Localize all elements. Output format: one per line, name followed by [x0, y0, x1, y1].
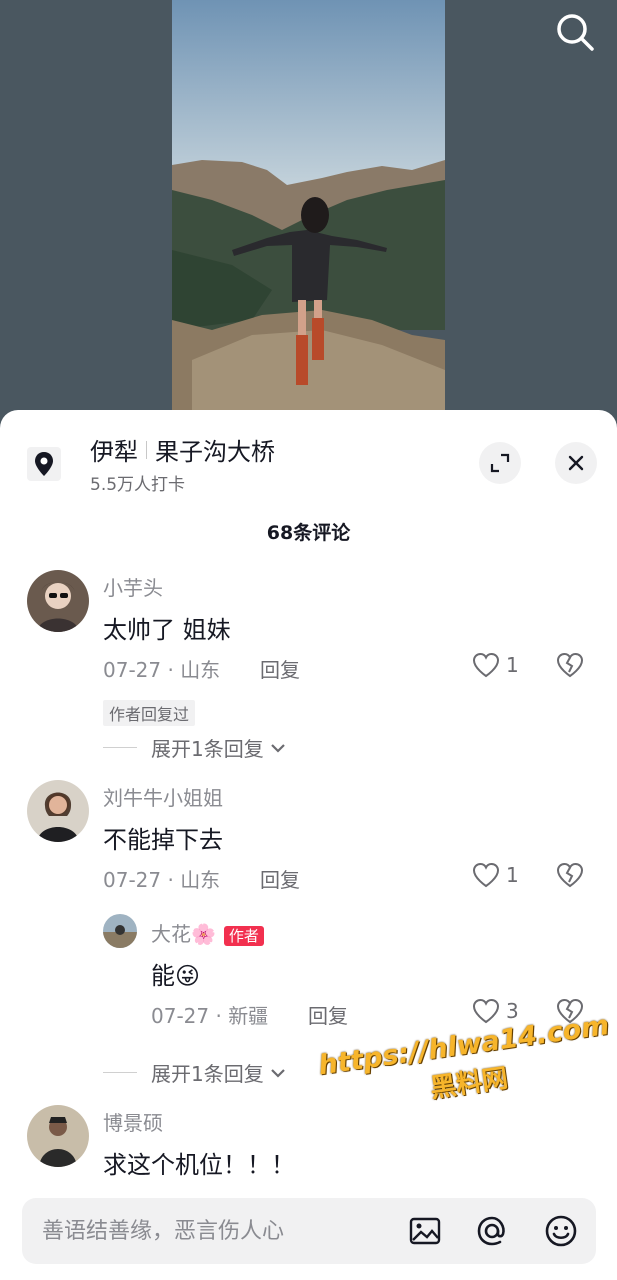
reply-button[interactable]: 回复: [260, 654, 300, 683]
comment-input-bar: [22, 1198, 596, 1264]
close-button[interactable]: [555, 442, 597, 484]
location-title[interactable]: 伊犁 果子沟大桥: [90, 432, 275, 467]
comment-username[interactable]: 刘牛牛小姐姐: [103, 782, 223, 811]
comment-item: 博景硕 求这个机位！！！: [0, 1105, 617, 1185]
landscape-image: [172, 0, 445, 410]
image-icon: [409, 1217, 441, 1245]
location-city: 伊犁: [90, 438, 138, 466]
divider-line: [103, 747, 137, 748]
avatar[interactable]: [27, 780, 89, 842]
like-count: 1: [506, 863, 519, 887]
comment-meta: 07-27 · 山东: [103, 868, 221, 892]
location-checkins: 5.5万人打卡: [90, 475, 186, 495]
emoji-button[interactable]: [543, 1213, 579, 1249]
close-icon: [568, 455, 584, 471]
like-button[interactable]: 1: [472, 652, 519, 678]
location-place: 果子沟大桥: [155, 438, 275, 466]
like-count: 3: [506, 999, 519, 1023]
comment-text: 求这个机位！！！: [103, 1151, 295, 1179]
avatar[interactable]: [27, 1105, 89, 1167]
like-button[interactable]: 1: [472, 862, 519, 888]
search-icon: [557, 14, 594, 51]
reply-meta: 07-27 · 新疆: [151, 1004, 269, 1028]
image-button[interactable]: [407, 1213, 443, 1249]
broken-heart-icon: [556, 652, 584, 678]
like-count: 1: [506, 653, 519, 677]
comment-count: 68条评论: [266, 522, 351, 544]
expand-icon: [490, 453, 510, 473]
like-button[interactable]: 3: [472, 998, 519, 1024]
broken-heart-icon: [556, 862, 584, 888]
dislike-button[interactable]: [556, 862, 584, 892]
reply-avatar[interactable]: [103, 914, 137, 948]
author-badge: 作者: [223, 925, 264, 946]
reply-button[interactable]: 回复: [260, 864, 300, 893]
comment-text: 太帅了 姐妹: [103, 616, 231, 644]
location-header[interactable]: 伊犁 果子沟大桥 5.5万人打卡: [0, 410, 617, 510]
heart-icon: [472, 862, 500, 888]
reply-username-row[interactable]: 大花🌸 作者: [151, 918, 264, 947]
search-button[interactable]: [553, 10, 597, 54]
expand-replies-label: 展开1条回复: [151, 737, 264, 761]
dislike-button[interactable]: [556, 652, 584, 682]
at-sign-icon: [477, 1216, 505, 1246]
chevron-down-icon: [270, 743, 285, 753]
comment-input[interactable]: [42, 1198, 382, 1264]
comment-item: 小芋头 太帅了 姐妹 07-27 · 山东 回复 1 作者回复过 展开1条回复: [0, 570, 617, 762]
comment-sheet: 伊犁 果子沟大桥 5.5万人打卡 68条评论 小芋头 太帅了 姐妹 07-27 …: [0, 410, 617, 1280]
reply-username: 大花🌸: [151, 922, 216, 946]
comment-meta: 07-27 · 山东: [103, 658, 221, 682]
comment-username[interactable]: 小芋头: [103, 572, 163, 601]
expand-replies-label: 展开1条回复: [151, 1062, 264, 1086]
author-replied-tag: 作者回复过: [103, 700, 196, 726]
video-frame[interactable]: [172, 0, 445, 410]
comment-username[interactable]: 博景硕: [103, 1107, 163, 1136]
comment-text: 不能掉下去: [103, 826, 223, 854]
chevron-down-icon: [270, 1068, 285, 1078]
mention-button[interactable]: [474, 1213, 510, 1249]
smiley-icon: [545, 1215, 577, 1247]
expand-button[interactable]: [479, 442, 521, 484]
divider-line: [103, 1072, 137, 1073]
location-divider: [146, 440, 147, 459]
heart-icon: [472, 652, 500, 678]
reply-button[interactable]: 回复: [308, 1000, 348, 1029]
location-pin-icon: [27, 447, 61, 481]
expand-replies-button[interactable]: 展开1条回复: [103, 733, 288, 762]
heart-icon: [472, 998, 500, 1024]
avatar[interactable]: [27, 570, 89, 632]
expand-replies-button[interactable]: 展开1条回复: [103, 1058, 288, 1087]
reply-text: 能😜: [151, 962, 201, 990]
